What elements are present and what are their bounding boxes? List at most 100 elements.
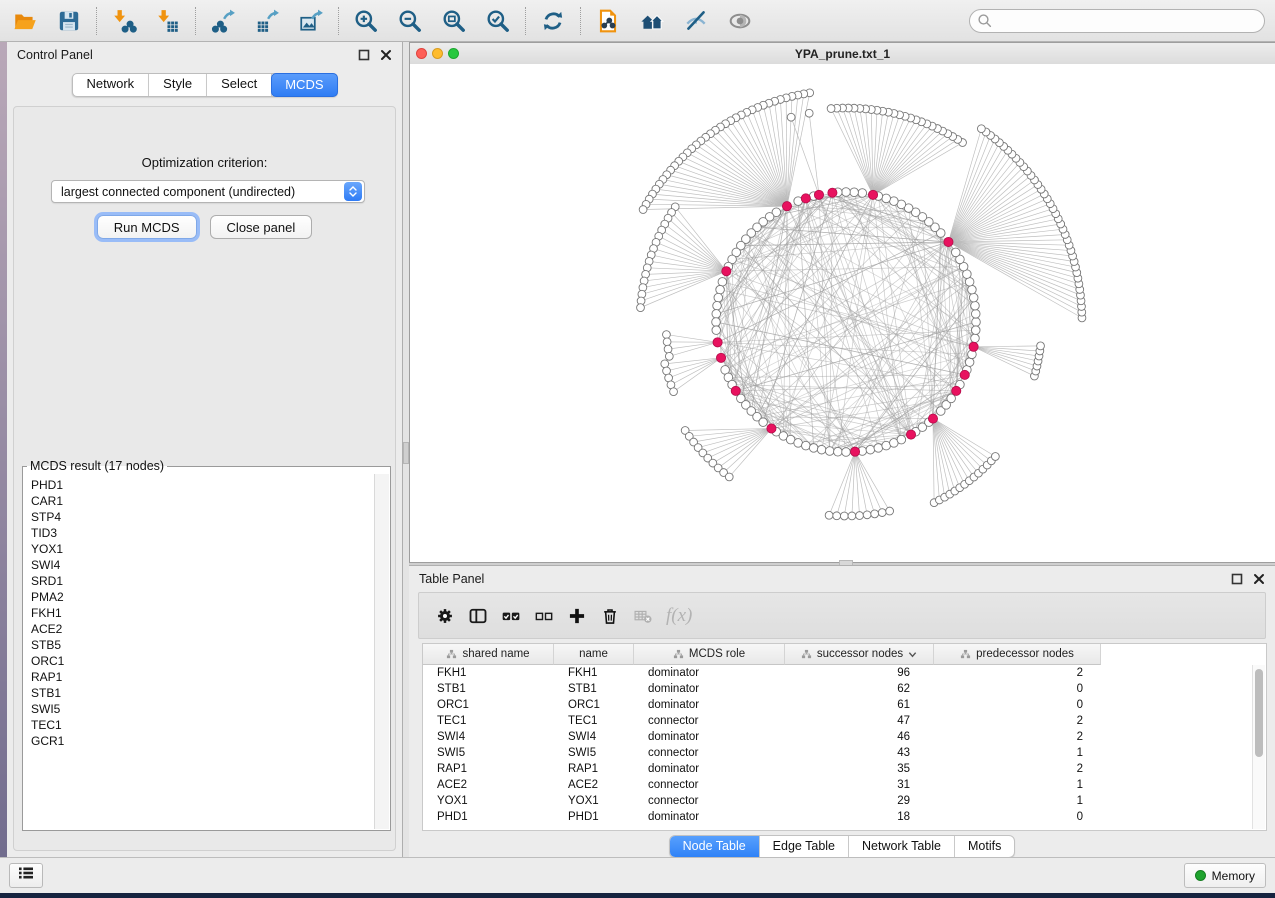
graph-hub-node[interactable] [868, 190, 877, 199]
graph-hub-node[interactable] [952, 386, 961, 395]
table-row[interactable]: STB1STB1dominator620 [423, 681, 1266, 697]
graph-hub-node[interactable] [906, 430, 915, 439]
graph-leaf-node[interactable] [805, 109, 813, 117]
graph-leaf-node[interactable] [664, 345, 672, 353]
graph-node[interactable] [971, 326, 980, 335]
graph-leaf-node[interactable] [663, 331, 671, 339]
graph-leaf-node[interactable] [663, 338, 671, 346]
eye-slash-button[interactable] [681, 6, 711, 36]
mcds-result-item[interactable]: PHD1 [31, 477, 375, 493]
mcds-result-item[interactable]: ACE2 [31, 621, 375, 637]
graph-hub-node[interactable] [960, 370, 969, 379]
graph-node[interactable] [874, 444, 883, 453]
export-network-button[interactable] [208, 6, 238, 36]
table-scrollbar-thumb[interactable] [1255, 669, 1263, 757]
graph-node[interactable] [968, 285, 977, 294]
column-header-successor-nodes[interactable]: successor nodes [785, 644, 934, 665]
close-panel-icon[interactable] [380, 49, 392, 61]
mcds-result-item[interactable]: TID3 [31, 525, 375, 541]
graph-node[interactable] [971, 334, 980, 343]
graph-node[interactable] [802, 441, 811, 450]
export-image-button[interactable] [296, 6, 326, 36]
graph-node[interactable] [971, 310, 980, 319]
table-row[interactable]: ACE2ACE2connector311 [423, 777, 1266, 793]
graph-hub-node[interactable] [944, 237, 953, 246]
graph-leaf-node[interactable] [863, 511, 871, 519]
add-column-button[interactable] [565, 604, 589, 628]
tab-node-table[interactable]: Node Table [670, 836, 760, 857]
tab-network[interactable]: Network [72, 74, 149, 96]
graph-hub-node[interactable] [767, 424, 776, 433]
graph-hub-node[interactable] [731, 386, 740, 395]
graph-hub-node[interactable] [928, 414, 937, 423]
mcds-result-item[interactable]: SRD1 [31, 573, 375, 589]
graph-node[interactable] [712, 310, 721, 319]
table-row[interactable]: RAP1RAP1dominator352 [423, 761, 1266, 777]
graph-leaf-node[interactable] [886, 507, 894, 515]
graph-leaf-node[interactable] [991, 453, 999, 461]
graph-node[interactable] [972, 318, 981, 327]
graph-node[interactable] [969, 293, 978, 302]
graph-hub-node[interactable] [969, 342, 978, 351]
graph-leaf-node[interactable] [825, 511, 833, 519]
mcds-result-item[interactable]: RAP1 [31, 669, 375, 685]
graph-leaf-node[interactable] [827, 105, 835, 113]
graph-leaf-node[interactable] [977, 125, 985, 133]
task-history-button[interactable] [9, 863, 43, 888]
graph-node[interactable] [759, 418, 768, 427]
delete-columns-button[interactable] [598, 604, 622, 628]
graph-hub-node[interactable] [713, 338, 722, 347]
graph-node[interactable] [842, 448, 851, 457]
graph-hub-node[interactable] [716, 353, 725, 362]
graph-hub-node[interactable] [722, 267, 731, 276]
graph-leaf-node[interactable] [787, 113, 795, 121]
table-scrollbar[interactable] [1252, 665, 1265, 829]
mcds-result-item[interactable]: STB5 [31, 637, 375, 653]
graph-leaf-node[interactable] [871, 510, 879, 518]
graph-leaf-node[interactable] [878, 509, 886, 517]
select-all-rows-button[interactable] [499, 604, 523, 628]
graph-node[interactable] [825, 447, 834, 456]
table-row[interactable]: YOX1YOX1connector291 [423, 793, 1266, 809]
toggle-column-panel-button[interactable] [466, 604, 490, 628]
graph-node[interactable] [850, 188, 859, 197]
mcds-result-item[interactable]: CAR1 [31, 493, 375, 509]
save-session-button[interactable] [54, 6, 84, 36]
graph-node[interactable] [713, 301, 722, 310]
graph-node[interactable] [897, 435, 906, 444]
graph-hub-node[interactable] [850, 447, 859, 456]
criterion-select[interactable]: largest connected component (undirected) [51, 180, 365, 203]
table-row[interactable]: ORC1ORC1dominator610 [423, 697, 1266, 713]
graph-node[interactable] [712, 318, 721, 327]
graph-node[interactable] [951, 248, 960, 257]
table-row[interactable]: SWI5SWI5connector431 [423, 745, 1266, 761]
tab-edge-table[interactable]: Edge Table [760, 836, 849, 857]
deselect-all-rows-button[interactable] [532, 604, 556, 628]
mcds-result-item[interactable]: SWI5 [31, 701, 375, 717]
zoom-in-button[interactable] [351, 6, 381, 36]
tab-select[interactable]: Select [207, 74, 272, 96]
zoom-fit-button[interactable] [439, 6, 469, 36]
mcds-result-item[interactable]: STB1 [31, 685, 375, 701]
graph-hub-node[interactable] [801, 194, 810, 203]
tab-network-table[interactable]: Network Table [849, 836, 955, 857]
mcds-result-item[interactable]: ORC1 [31, 653, 375, 669]
mcds-result-item[interactable]: GCR1 [31, 733, 375, 749]
import-network-button[interactable] [109, 6, 139, 36]
graph-node[interactable] [882, 194, 891, 203]
settings-gear-button[interactable] [433, 604, 457, 628]
tab-motifs[interactable]: Motifs [955, 836, 1014, 857]
mcds-result-item[interactable]: SWI4 [31, 557, 375, 573]
column-header-name[interactable]: name [554, 644, 634, 665]
eye-button[interactable] [725, 6, 755, 36]
graph-node[interactable] [817, 445, 826, 454]
graph-leaf-node[interactable] [1037, 342, 1045, 350]
graph-node[interactable] [718, 278, 727, 287]
mcds-result-item[interactable]: STP4 [31, 509, 375, 525]
import-table-button[interactable] [153, 6, 183, 36]
search-input[interactable] [969, 9, 1265, 33]
mcds-result-item[interactable]: PMA2 [31, 589, 375, 605]
graph-leaf-node[interactable] [639, 206, 647, 214]
mcds-result-item[interactable]: YOX1 [31, 541, 375, 557]
graph-hub-node[interactable] [828, 188, 837, 197]
